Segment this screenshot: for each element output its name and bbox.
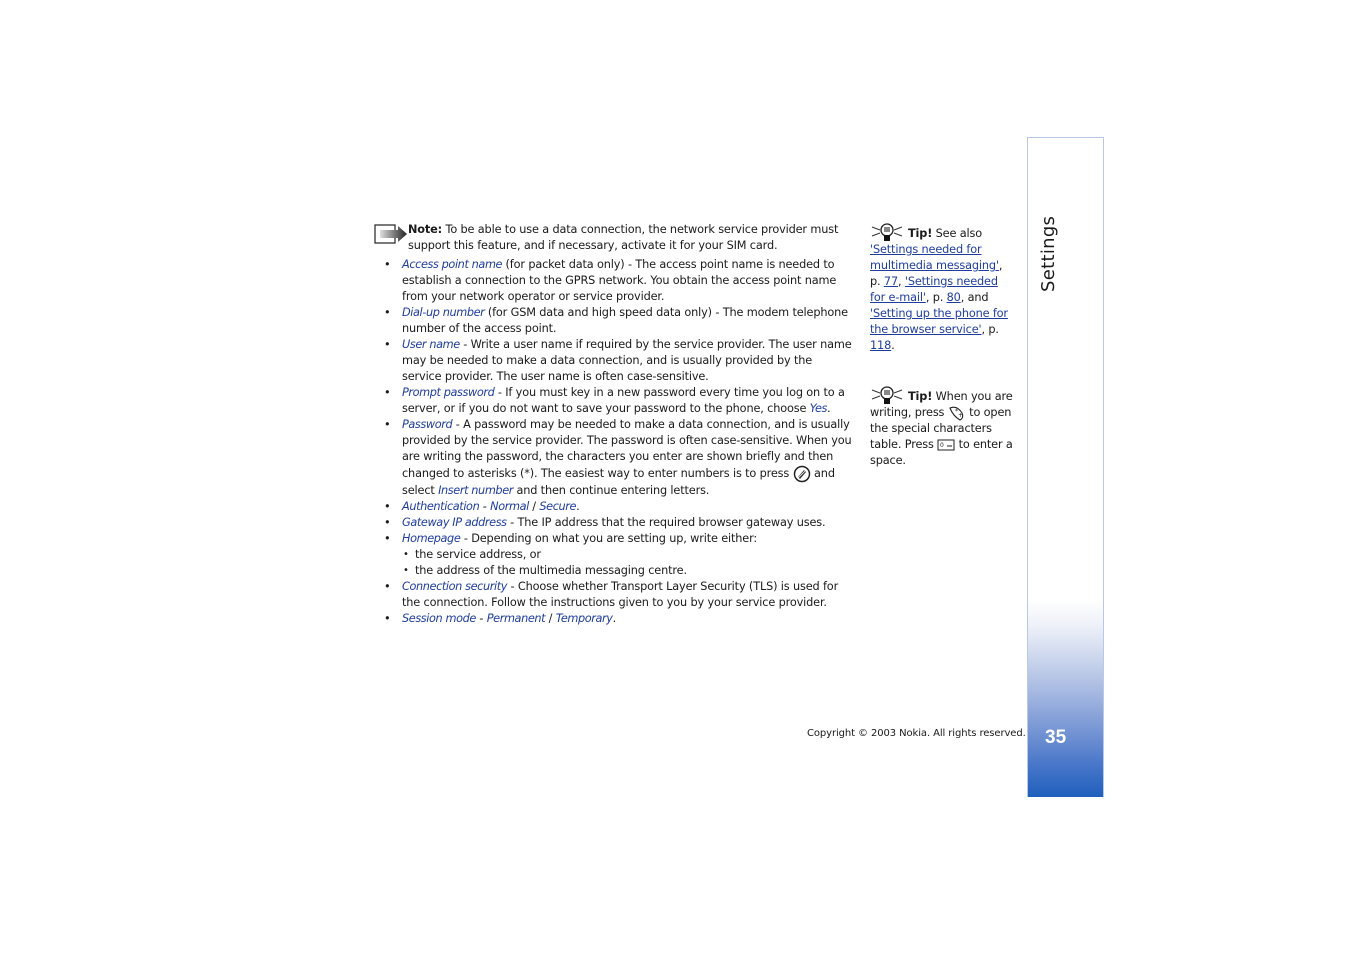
link-page-118[interactable]: 118: [870, 339, 891, 352]
item-text: - Write a user name if required by the s…: [402, 338, 852, 383]
link-multimedia-settings[interactable]: 'Settings needed for multimedia messagin…: [870, 243, 999, 272]
bullet: •: [384, 306, 391, 319]
note-text: To be able to use a data connection, the…: [408, 223, 839, 252]
list-item: • Prompt password - If you must key in a …: [384, 385, 854, 417]
tip-text: , p.: [981, 323, 1000, 336]
sub-list: • the service address, or • the address of…: [402, 547, 854, 579]
bullet: •: [403, 549, 409, 560]
bullet: •: [384, 516, 391, 529]
note-arrow-icon: [374, 224, 407, 244]
list-item: • Password - A password may be needed to …: [384, 417, 854, 499]
bullet: •: [384, 386, 391, 399]
list-item: • Access point name (for packet data only…: [384, 257, 854, 305]
separator: -: [479, 500, 491, 513]
item-text: - A password may be needed to make a dat…: [402, 418, 852, 480]
list-item: • Session mode - Permanent / Temporary.: [384, 611, 854, 627]
list-item: • Homepage - Depending on what you are se…: [384, 531, 854, 579]
term: Access point name: [402, 258, 503, 271]
term: Authentication: [402, 500, 480, 513]
option: Yes: [809, 402, 828, 415]
bullet: •: [384, 612, 391, 625]
link-page-80[interactable]: 80: [947, 291, 961, 304]
option: Insert number: [438, 484, 513, 497]
link-page-77[interactable]: 77: [884, 275, 898, 288]
tip-text: .: [891, 339, 895, 352]
term: Dial-up number: [402, 306, 485, 319]
bullet: •: [384, 418, 391, 431]
tip-box: Tip! See also 'Settings needed for multi…: [870, 222, 1015, 354]
note-box: Note: To be able to use a data connectio…: [354, 222, 854, 254]
option: Secure: [539, 500, 577, 513]
bullet: •: [384, 532, 391, 545]
list-item: • Connection security - Choose whether Tr…: [384, 579, 854, 611]
item-tail: .: [827, 402, 831, 415]
item-tail: and then continue entering letters.: [513, 484, 710, 497]
list-item: • Authentication - Normal / Secure.: [384, 499, 854, 515]
tip-text: See also: [932, 227, 982, 240]
option: Normal: [490, 500, 529, 513]
settings-list: • Access point name (for packet data only…: [384, 257, 854, 627]
term: Gateway IP address: [402, 516, 507, 529]
term: Connection security: [402, 580, 508, 593]
term: Session mode: [402, 612, 476, 625]
bullet: •: [384, 500, 391, 513]
page-number: 35: [1045, 727, 1067, 748]
sub-item-text: the address of the multimedia messaging …: [415, 564, 687, 577]
star-key-icon: *+: [949, 406, 963, 421]
space-key-icon: 0: [937, 439, 955, 451]
lightbulb-icon: [871, 386, 903, 404]
sub-item-text: the service address, or: [415, 548, 541, 561]
list-item: • Gateway IP address - The IP address tha…: [384, 515, 854, 531]
item-tail: .: [576, 500, 580, 513]
sub-list-item: • the service address, or: [402, 547, 854, 563]
svg-text:+: +: [958, 412, 963, 419]
bullet: •: [384, 258, 391, 271]
sub-list-item: • the address of the multimedia messaging…: [402, 563, 854, 579]
tip-text: , and: [960, 291, 989, 304]
term: User name: [402, 338, 460, 351]
tip-label: Tip!: [908, 390, 933, 403]
separator: /: [528, 500, 540, 513]
separator: -: [475, 612, 487, 625]
edit-key-icon: [793, 465, 810, 483]
tip-box: Tip! When you are writing, press * + to o…: [870, 385, 1015, 469]
bullet: •: [403, 565, 409, 576]
item-text: - Depending on what you are setting up, …: [460, 532, 758, 545]
main-content: Note: To be able to use a data connectio…: [374, 222, 854, 627]
bullet: •: [384, 338, 391, 351]
item-text: - The IP address that the required brows…: [506, 516, 826, 529]
term: Password: [402, 418, 453, 431]
tip-label: Tip!: [908, 227, 933, 240]
svg-text:0: 0: [940, 442, 944, 449]
note-label: Note:: [408, 223, 443, 236]
tip-text: , p.: [925, 291, 947, 304]
option: Permanent: [486, 612, 546, 625]
separator: /: [545, 612, 556, 625]
list-item: • User name - Write a user name if requir…: [384, 337, 854, 385]
section-title: Settings: [1038, 215, 1059, 292]
option: Temporary: [555, 612, 613, 625]
item-tail: .: [612, 612, 617, 625]
term: Prompt password: [402, 386, 495, 399]
bullet: •: [384, 580, 391, 593]
lightbulb-icon: [871, 223, 903, 241]
tip-text: ,: [897, 275, 905, 288]
term: Homepage: [402, 532, 461, 545]
list-item: • Dial-up number (for GSM data and high s…: [384, 305, 854, 337]
copyright-footer: Copyright © 2003 Nokia. All rights reser…: [807, 728, 1026, 739]
